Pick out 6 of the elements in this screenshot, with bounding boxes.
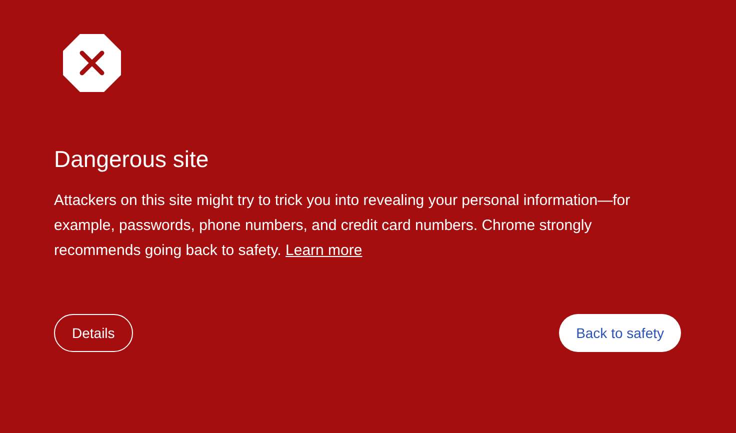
details-button[interactable]: Details — [54, 314, 133, 352]
page-title: Dangerous site — [54, 145, 210, 174]
learn-more-link[interactable]: Learn more — [286, 242, 362, 259]
error-icon — [63, 34, 121, 92]
warning-message: Attackers on this site might try to trick you into revealing your personal information—for example, passwords, phone numbers, and credit card numbers. Chrome strongly recommends going back to safety. Learn more — [54, 191, 632, 261]
back-to-safety-button[interactable]: Back to safety — [559, 314, 681, 352]
